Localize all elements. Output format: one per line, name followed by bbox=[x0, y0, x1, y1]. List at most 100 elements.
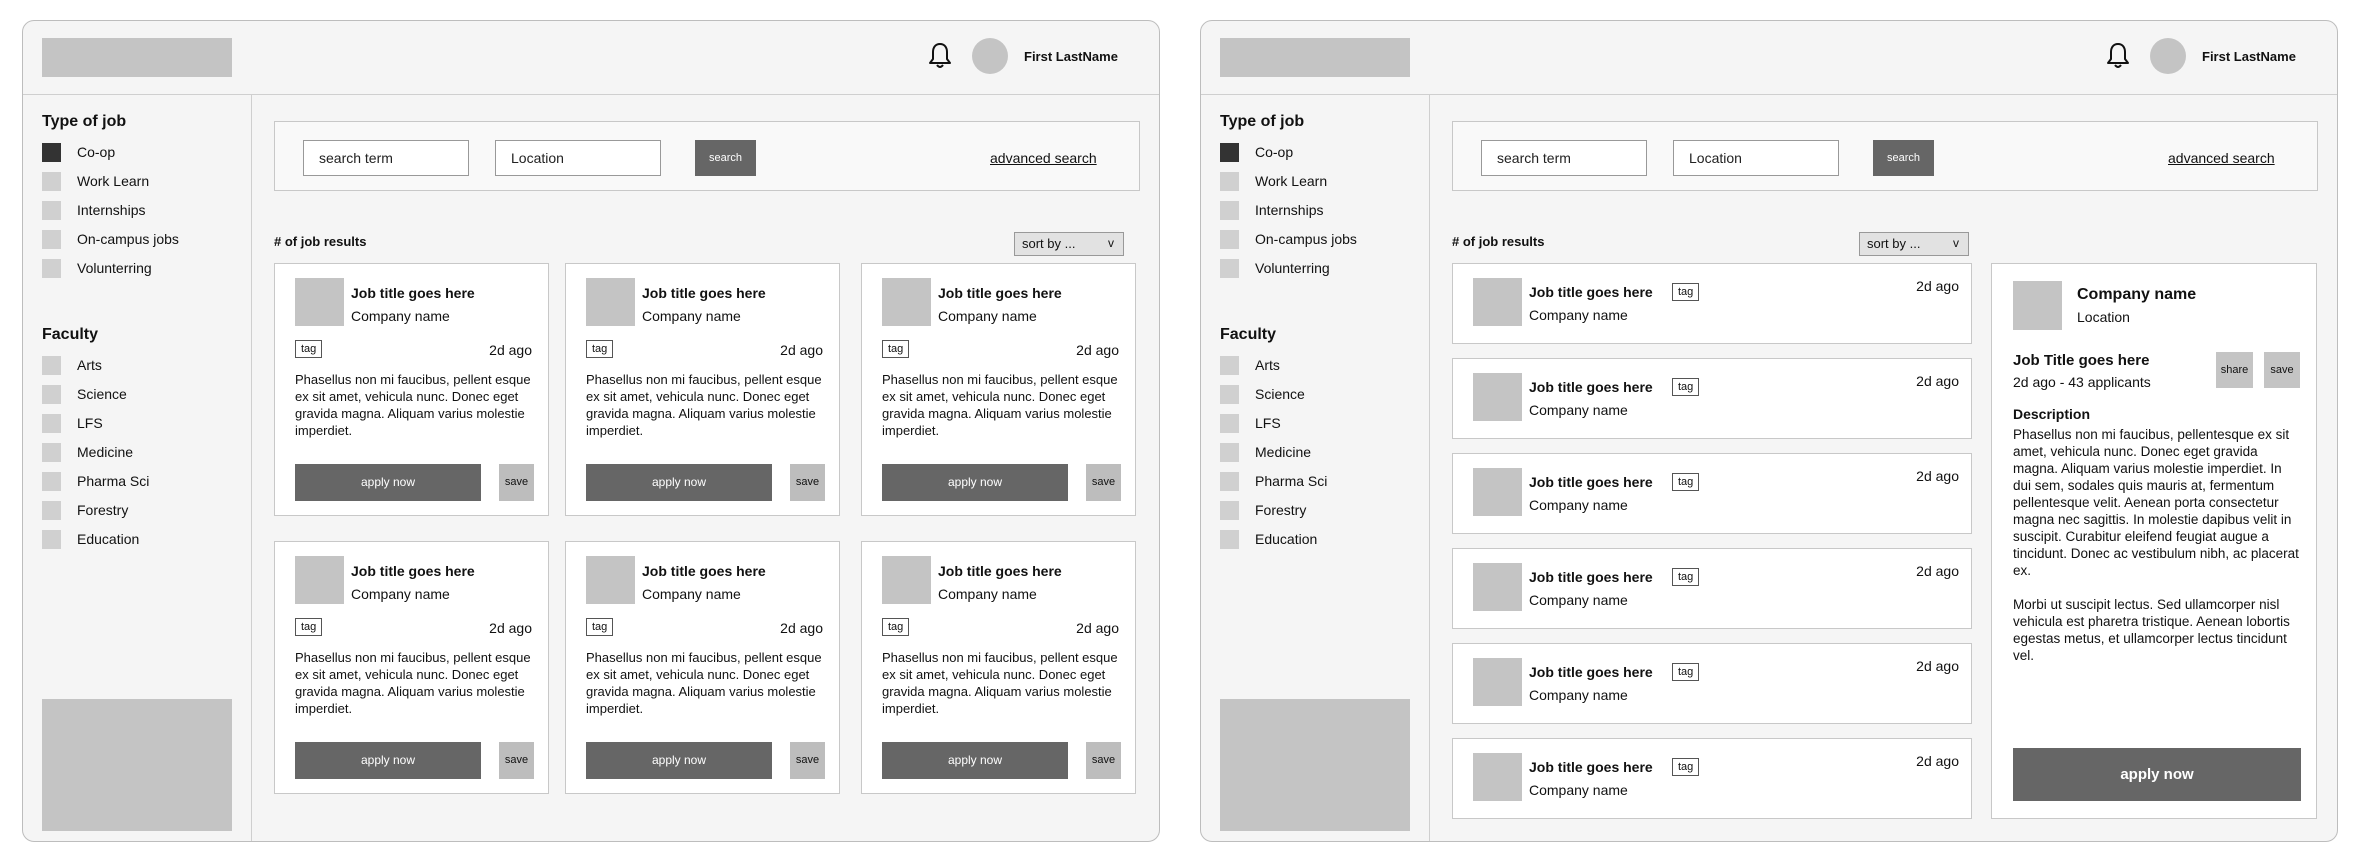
job-title[interactable]: Job title goes here bbox=[1529, 569, 1653, 585]
job-title[interactable]: Job title goes here bbox=[1529, 379, 1653, 395]
apply-now-button[interactable]: apply now bbox=[882, 464, 1068, 501]
job-title[interactable]: Job title goes here bbox=[1529, 664, 1653, 680]
search-input[interactable]: search term bbox=[303, 140, 469, 176]
checkbox[interactable] bbox=[42, 230, 61, 249]
job-card[interactable]: Job title goes here Company name tag 2d … bbox=[274, 541, 549, 794]
checkbox[interactable] bbox=[42, 201, 61, 220]
filter-label: On-campus jobs bbox=[77, 231, 179, 247]
bell-icon[interactable] bbox=[928, 42, 952, 70]
sort-dropdown[interactable]: sort by ... v bbox=[1859, 232, 1969, 256]
checkbox[interactable] bbox=[1220, 385, 1239, 404]
save-button[interactable]: save bbox=[1086, 464, 1121, 501]
search-button[interactable]: search bbox=[695, 140, 756, 176]
job-title[interactable]: Job title goes here bbox=[938, 285, 1062, 301]
checkbox[interactable] bbox=[1220, 172, 1239, 191]
user-name[interactable]: First LastName bbox=[2202, 49, 2296, 64]
job-description: Phasellus non mi faucibus, pellent esque… bbox=[295, 372, 531, 438]
checkbox[interactable] bbox=[42, 259, 61, 278]
app-header: First LastName bbox=[1201, 21, 2337, 95]
save-button[interactable]: save bbox=[499, 742, 534, 779]
job-list-row[interactable]: Job title goes here Company name tag 2d … bbox=[1452, 548, 1972, 629]
job-list-row[interactable]: Job title goes here Company name tag 2d … bbox=[1452, 738, 1972, 819]
checkbox[interactable] bbox=[42, 443, 61, 462]
results-count: # of job results bbox=[274, 234, 367, 249]
checkbox[interactable] bbox=[1220, 443, 1239, 462]
search-button[interactable]: search bbox=[1873, 140, 1934, 176]
company-name: Company name bbox=[1529, 782, 1628, 798]
avatar[interactable] bbox=[972, 38, 1008, 74]
job-tag: tag bbox=[882, 618, 910, 636]
save-button[interactable]: save bbox=[1086, 742, 1121, 779]
checkbox[interactable] bbox=[42, 143, 61, 162]
apply-now-button[interactable]: apply now bbox=[2013, 748, 2301, 801]
job-card[interactable]: Job title goes here Company name tag 2d … bbox=[565, 541, 840, 794]
save-button[interactable]: save bbox=[499, 464, 534, 501]
job-tag: tag bbox=[1672, 473, 1700, 491]
checkbox[interactable] bbox=[1220, 472, 1239, 491]
logo-placeholder[interactable] bbox=[42, 38, 232, 77]
checkbox[interactable] bbox=[1220, 414, 1239, 433]
checkbox[interactable] bbox=[1220, 356, 1239, 375]
avatar[interactable] bbox=[2150, 38, 2186, 74]
job-title[interactable]: Job title goes here bbox=[351, 563, 475, 579]
apply-now-button[interactable]: apply now bbox=[295, 464, 481, 501]
location-input[interactable]: Location bbox=[495, 140, 661, 176]
job-list-row[interactable]: Job title goes here Company name tag 2d … bbox=[1452, 263, 1972, 344]
job-title[interactable]: Job title goes here bbox=[938, 563, 1062, 579]
filter-label: Volunterring bbox=[1255, 260, 1330, 276]
company-name: Company name bbox=[938, 586, 1037, 602]
logo-placeholder[interactable] bbox=[1220, 38, 1410, 77]
job-detail-pane: Company name Location Job Title goes her… bbox=[1991, 263, 2317, 819]
checkbox[interactable] bbox=[1220, 530, 1239, 549]
checkbox[interactable] bbox=[42, 414, 61, 433]
checkbox[interactable] bbox=[1220, 230, 1239, 249]
job-card[interactable]: Job title goes here Company name tag 2d … bbox=[861, 263, 1136, 516]
company-logo-placeholder bbox=[1473, 753, 1522, 801]
job-title[interactable]: Job title goes here bbox=[1529, 474, 1653, 490]
job-list-row[interactable]: Job title goes here Company name tag 2d … bbox=[1452, 358, 1972, 439]
job-title[interactable]: Job title goes here bbox=[351, 285, 475, 301]
job-title[interactable]: Job title goes here bbox=[1529, 759, 1653, 775]
filter-label: Medicine bbox=[77, 444, 134, 460]
checkbox[interactable] bbox=[42, 472, 61, 491]
apply-now-button[interactable]: apply now bbox=[295, 742, 481, 779]
description-heading: Description bbox=[2013, 406, 2091, 422]
type-of-job-heading: Type of job bbox=[42, 113, 127, 130]
job-card[interactable]: Job title goes here Company name tag 2d … bbox=[565, 263, 840, 516]
checkbox[interactable] bbox=[1220, 259, 1239, 278]
company-logo-placeholder bbox=[1473, 373, 1522, 421]
checkbox[interactable] bbox=[42, 530, 61, 549]
checkbox[interactable] bbox=[42, 356, 61, 375]
job-list-row[interactable]: Job title goes here Company name tag 2d … bbox=[1452, 643, 1972, 724]
checkbox[interactable] bbox=[1220, 143, 1239, 162]
apply-now-button[interactable]: apply now bbox=[586, 464, 772, 501]
checkbox[interactable] bbox=[42, 172, 61, 191]
job-tag: tag bbox=[586, 340, 614, 358]
bell-icon[interactable] bbox=[2106, 42, 2130, 70]
job-title[interactable]: Job title goes here bbox=[642, 285, 766, 301]
search-input[interactable]: search term bbox=[1481, 140, 1647, 176]
company-name: Company name bbox=[642, 586, 741, 602]
sort-dropdown[interactable]: sort by ... v bbox=[1014, 232, 1124, 256]
job-card[interactable]: Job title goes here Company name tag 2d … bbox=[274, 263, 549, 516]
save-button[interactable]: save bbox=[790, 464, 825, 501]
job-title[interactable]: Job title goes here bbox=[642, 563, 766, 579]
checkbox[interactable] bbox=[42, 385, 61, 404]
user-name[interactable]: First LastName bbox=[1024, 49, 1118, 64]
apply-now-button[interactable]: apply now bbox=[586, 742, 772, 779]
advanced-search-link[interactable]: advanced search bbox=[990, 150, 1097, 166]
job-title[interactable]: Job title goes here bbox=[1529, 284, 1653, 300]
job-card[interactable]: Job title goes here Company name tag 2d … bbox=[861, 541, 1136, 794]
save-button[interactable]: save bbox=[790, 742, 825, 779]
detail-meta: 2d ago - 43 applicants bbox=[2013, 374, 2151, 390]
sidebar-ad-placeholder bbox=[42, 699, 232, 831]
advanced-search-link[interactable]: advanced search bbox=[2168, 150, 2275, 166]
checkbox[interactable] bbox=[1220, 201, 1239, 220]
location-input[interactable]: Location bbox=[1673, 140, 1839, 176]
checkbox[interactable] bbox=[42, 501, 61, 520]
job-list-row[interactable]: Job title goes here Company name tag 2d … bbox=[1452, 453, 1972, 534]
save-button[interactable]: save bbox=[2264, 352, 2300, 388]
apply-now-button[interactable]: apply now bbox=[882, 742, 1068, 779]
share-button[interactable]: share bbox=[2216, 352, 2253, 388]
checkbox[interactable] bbox=[1220, 501, 1239, 520]
